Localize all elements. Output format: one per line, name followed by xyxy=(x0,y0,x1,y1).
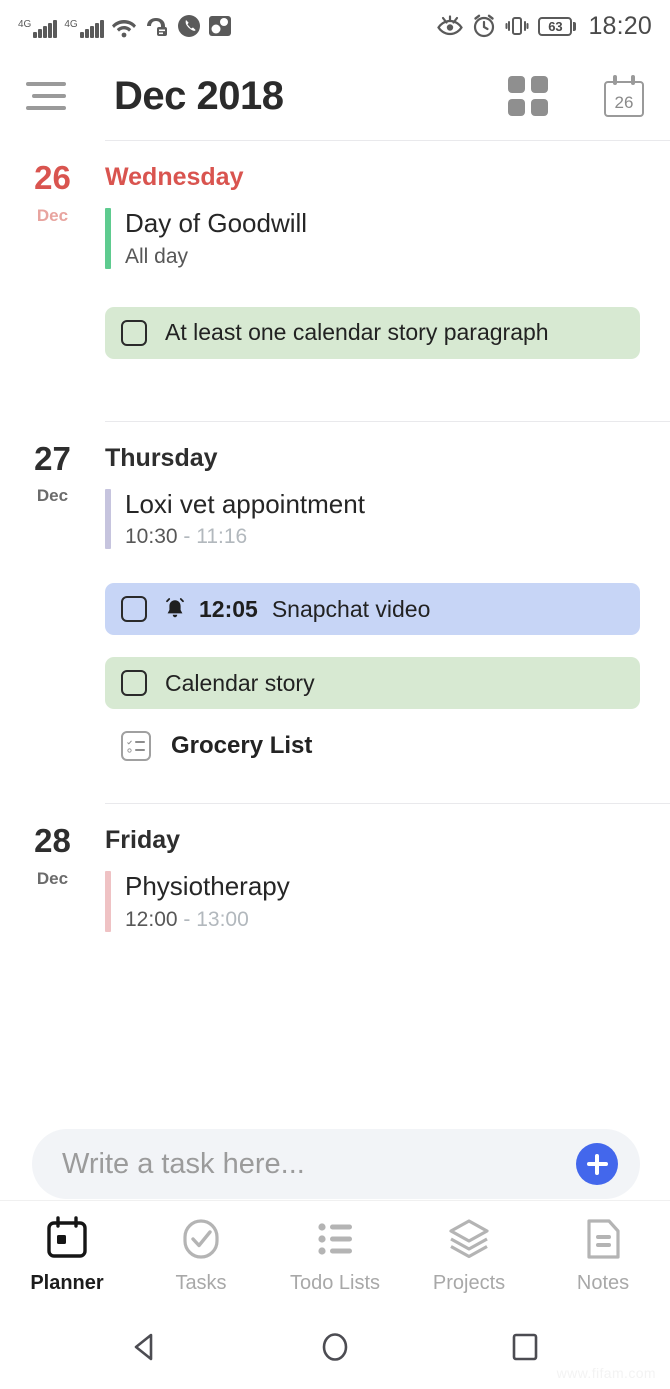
task-composer[interactable] xyxy=(32,1129,640,1199)
event-time-end: 13:00 xyxy=(196,908,249,932)
day-content: Thursday Loxi vet appointment 10:30 - 11… xyxy=(105,436,670,762)
planner-calendar-icon xyxy=(47,1216,87,1258)
day-content: Wednesday Day of Goodwill All day At lea… xyxy=(105,155,670,359)
calendar-event[interactable]: Loxi vet appointment 10:30 - 11:16 xyxy=(105,488,640,550)
task-time: 12:05 xyxy=(199,595,258,622)
task-card[interactable]: Calendar story xyxy=(105,657,640,710)
calendar-today-icon[interactable]: 26 xyxy=(604,75,644,117)
day-weekday: Friday xyxy=(105,826,181,855)
add-task-button[interactable] xyxy=(576,1143,618,1185)
status-bar-clock: 18:20 xyxy=(588,11,652,40)
todo-list-label: Grocery List xyxy=(171,732,313,760)
bottom-navigation: Planner Tasks Todo Lists Projects Notes xyxy=(0,1200,670,1310)
event-time: 12:00 - 13:00 xyxy=(125,908,249,932)
back-triangle-icon[interactable] xyxy=(125,1327,165,1372)
calendar-icon-day: 26 xyxy=(614,93,634,112)
recents-square-icon[interactable] xyxy=(505,1327,545,1372)
battery-icon: 63 xyxy=(538,16,577,36)
task-checkbox[interactable] xyxy=(121,596,147,623)
task-label: Snapchat video xyxy=(271,595,431,622)
day-month: Dec xyxy=(36,205,69,225)
event-time: 10:30 - 11:16 xyxy=(125,525,248,549)
nav-label-planner: Planner xyxy=(30,1272,104,1294)
event-title: Day of Goodwill xyxy=(125,208,308,238)
task-card[interactable]: 12:05 Snapchat video xyxy=(105,583,640,636)
task-label: At least one calendar story paragraph xyxy=(165,319,549,346)
day-weekday: Wednesday xyxy=(105,163,244,191)
task-card[interactable]: At least one calendar story paragraph xyxy=(105,306,640,359)
event-title: Physiotherapy xyxy=(125,871,290,902)
wifi-icon xyxy=(111,20,136,38)
day-date-column: 27 Dec xyxy=(0,436,105,762)
day-section: 27 Dec Thursday Loxi vet appointment 10:… xyxy=(0,420,670,804)
event-title: Loxi vet appointment xyxy=(125,488,365,519)
nav-item-projects[interactable]: Projects xyxy=(402,1216,536,1295)
day-month: Dec xyxy=(36,486,69,506)
voicemail-icon xyxy=(146,18,167,36)
task-checkbox[interactable] xyxy=(121,670,147,697)
alarm-bell-icon xyxy=(163,597,187,621)
signal-4g-sim2-icon: 4G xyxy=(64,19,104,38)
day-number: 28 xyxy=(34,822,71,860)
eye-comfort-icon xyxy=(437,15,464,36)
nav-label-todo-lists: Todo Lists xyxy=(289,1272,381,1294)
new-task-input[interactable] xyxy=(62,1147,576,1181)
check-circle-icon xyxy=(183,1219,219,1259)
header-actions: 26 xyxy=(508,75,644,117)
nav-item-tasks[interactable]: Tasks xyxy=(134,1216,268,1295)
network-type-label-2: 4G xyxy=(64,19,78,30)
nav-label-notes: Notes xyxy=(576,1272,630,1294)
home-circle-icon[interactable] xyxy=(315,1327,355,1372)
day-month: Dec xyxy=(36,869,69,889)
todo-list-row[interactable]: Grocery List xyxy=(105,731,640,762)
day-number: 27 xyxy=(34,439,71,477)
missed-call-icon xyxy=(177,15,200,37)
network-type-label-1: 4G xyxy=(18,19,32,30)
signal-4g-sim1-icon: 4G xyxy=(18,19,58,38)
app-root: 4G 4G 63 18:20 Dec 2018 26 26 Dec Wednes… xyxy=(0,0,670,1389)
grid-view-icon[interactable] xyxy=(508,76,548,116)
day-content: Friday Physiotherapy 12:00 - 13:00 xyxy=(105,818,670,933)
nav-label-tasks: Tasks xyxy=(175,1272,227,1294)
day-date-column: 26 Dec xyxy=(0,155,105,359)
status-bar: 4G 4G 63 18:20 xyxy=(0,0,670,52)
day-section: 28 Dec Friday Physiotherapy 12:00 - 13:0… xyxy=(0,803,670,934)
day-weekday: Thursday xyxy=(105,443,218,472)
status-bar-right: 63 18:20 xyxy=(437,12,652,41)
agenda-list[interactable]: 26 Dec Wednesday Day of Goodwill All day xyxy=(0,140,670,934)
battery-percent: 63 xyxy=(548,18,563,34)
app-header: Dec 2018 26 xyxy=(0,52,670,140)
layers-icon xyxy=(449,1219,489,1259)
task-checkbox[interactable] xyxy=(121,319,147,346)
event-time-start: 12:00 xyxy=(125,908,178,932)
nav-item-planner[interactable]: Planner xyxy=(0,1216,134,1295)
day-number: 26 xyxy=(34,159,71,196)
event-time: All day xyxy=(125,245,307,269)
calendar-event[interactable]: Physiotherapy 12:00 - 13:00 xyxy=(105,871,640,933)
hamburger-menu-icon[interactable] xyxy=(26,82,72,110)
nav-label-projects: Projects xyxy=(432,1272,506,1294)
status-bar-left: 4G 4G xyxy=(18,14,232,38)
event-time-start: 10:30 xyxy=(125,525,178,549)
bullet-list-icon xyxy=(318,1223,352,1255)
day-date-column: 28 Dec xyxy=(0,818,105,932)
alarm-icon xyxy=(474,14,495,38)
event-time-start: All day xyxy=(125,244,189,268)
note-document-icon xyxy=(587,1219,620,1259)
todo-list-icon xyxy=(121,731,151,762)
event-time-end: 11:16 xyxy=(196,525,248,549)
day-section: 26 Dec Wednesday Day of Goodwill All day xyxy=(0,140,670,421)
task-label: Calendar story xyxy=(165,669,315,696)
watermark: www.fifam.com xyxy=(556,1365,656,1381)
nav-item-notes[interactable]: Notes xyxy=(536,1216,670,1295)
page-title: Dec 2018 xyxy=(114,73,284,118)
photo-icon xyxy=(208,16,231,36)
calendar-event[interactable]: Day of Goodwill All day xyxy=(105,208,640,269)
vibrate-icon xyxy=(505,17,529,35)
nav-item-todo-lists[interactable]: Todo Lists xyxy=(268,1216,402,1295)
